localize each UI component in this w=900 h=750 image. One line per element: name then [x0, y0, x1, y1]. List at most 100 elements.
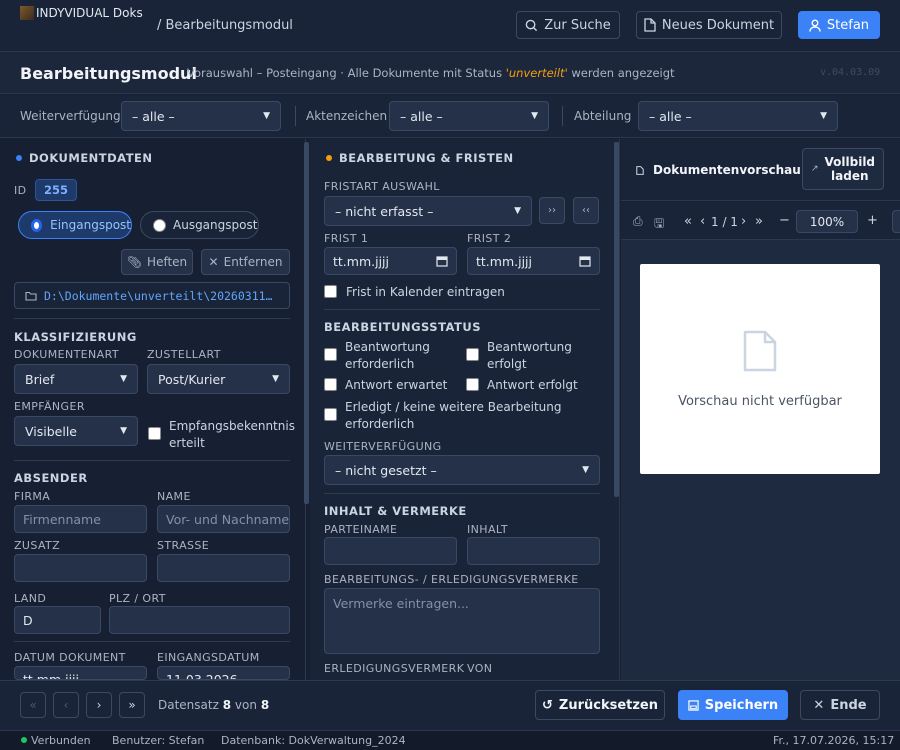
- prev-frist-button[interactable]: ‹‹: [573, 197, 599, 224]
- calendar-icon[interactable]: [436, 255, 448, 267]
- search-button-label: Zur Suche: [544, 17, 611, 33]
- status-database: Datenbank: DokVerwaltung_2024: [221, 734, 406, 747]
- left-panel-scrollbar[interactable]: [304, 142, 309, 504]
- radio-ausgangspost[interactable]: Ausgangspost: [140, 211, 259, 239]
- name-input[interactable]: Vor- und Nachname: [157, 505, 290, 533]
- last-record-button[interactable]: »: [119, 692, 145, 718]
- erledigungsvermerk-label: ERLEDIGUNGSVERMERK: [324, 662, 465, 675]
- breadcrumb: / Bearbeitungsmodul: [157, 18, 293, 33]
- frist1-label: FRIST 1: [324, 232, 369, 245]
- plz-ort-input[interactable]: [109, 606, 290, 634]
- preview-heading: Dokumentenvorschau: [636, 163, 801, 177]
- empfaenger-select[interactable]: Visibelle ▼: [14, 416, 138, 446]
- prev-record-button[interactable]: ‹: [53, 692, 79, 718]
- next-page-icon[interactable]: ›: [741, 214, 746, 229]
- divider: [14, 641, 290, 642]
- zusatz-input[interactable]: [14, 554, 147, 582]
- von-label: VON: [467, 662, 493, 675]
- blue-dot-icon: [16, 155, 22, 161]
- document-data-heading-text: DOKUMENTDATEN: [29, 151, 153, 165]
- strasse-input[interactable]: [157, 554, 290, 582]
- absender-heading: ABSENDER: [14, 471, 88, 485]
- version-label: v.04.03.09: [820, 67, 881, 78]
- new-document-label: Neues Dokument: [661, 17, 775, 33]
- erledigt-checkbox[interactable]: [324, 408, 337, 421]
- frist2-input[interactable]: tt.mm.jjjj: [467, 247, 600, 275]
- search-icon: [525, 19, 538, 31]
- vermerke-label: BEARBEITUNGS- / ERLEDIGUNGSVERMERKE: [324, 573, 579, 586]
- land-input[interactable]: D: [14, 606, 101, 634]
- vermerke-textarea[interactable]: Vermerke eintragen...: [324, 588, 600, 654]
- filter-weiterverfuegung-select[interactable]: – alle – ▼: [121, 101, 281, 131]
- dokumentenart-select[interactable]: Brief ▼: [14, 364, 138, 394]
- processing-heading: BEARBEITUNG & FRISTEN: [326, 151, 514, 165]
- next-record-button[interactable]: ›: [86, 692, 112, 718]
- fit-select[interactable]: [892, 210, 900, 233]
- plz-ort-label: PLZ / ORT: [109, 592, 166, 605]
- weiterverfuegung-value: – nicht gesetzt –: [335, 462, 437, 478]
- record-counter-label: Datensatz: [158, 698, 219, 712]
- parteiname-input[interactable]: [324, 537, 457, 565]
- filter-abteilung-value: – alle –: [649, 108, 692, 124]
- beantwortung-erfolgt-label: Beantwortung erfolgt: [487, 340, 572, 371]
- document-data-heading: DOKUMENTDATEN: [16, 151, 153, 165]
- calendar-icon[interactable]: [579, 255, 591, 267]
- reset-button[interactable]: ↺ Zurücksetzen: [535, 690, 665, 720]
- save-button[interactable]: Speichern: [678, 690, 788, 720]
- weiterverfuegung-select[interactable]: – nicht gesetzt – ▼: [324, 455, 600, 485]
- close-icon: ✕: [208, 255, 219, 269]
- new-document-button[interactable]: Neues Dokument: [636, 11, 782, 39]
- file-path-field[interactable]: D:\Dokumente\unverteilt\20260311…: [14, 282, 290, 309]
- next-frist-button[interactable]: ››: [539, 197, 565, 224]
- filter-abteilung-label: Abteilung: [574, 109, 632, 123]
- prev-page-icon[interactable]: ‹: [700, 214, 705, 229]
- name-label: NAME: [157, 490, 191, 503]
- chevron-down-icon: ▼: [582, 465, 589, 475]
- eingangsdatum-input[interactable]: 11.03.2026: [157, 666, 290, 680]
- document-icon: [644, 18, 656, 32]
- heften-button-label: Heften: [147, 255, 188, 269]
- middle-panel-scrollbar[interactable]: [614, 142, 619, 497]
- first-page-icon[interactable]: «: [684, 214, 692, 229]
- fullscreen-load-label: Vollbild laden: [825, 155, 876, 183]
- zoom-out-button[interactable]: −: [779, 213, 790, 228]
- search-button[interactable]: Zur Suche: [516, 11, 620, 39]
- fristart-select[interactable]: – nicht erfasst – ▼: [324, 196, 532, 226]
- zoom-in-button[interactable]: +: [867, 213, 878, 228]
- datum-dokument-input[interactable]: tt.mm.jjjj: [14, 666, 147, 680]
- chevron-right-icon: ›: [96, 698, 102, 712]
- frist1-value: tt.mm.jjjj: [333, 253, 389, 269]
- first-record-button[interactable]: «: [20, 692, 46, 718]
- divider: [562, 106, 563, 126]
- entfernen-button[interactable]: ✕ Entfernen: [201, 249, 290, 275]
- save-icon[interactable]: 🖫︎: [654, 214, 664, 235]
- radio-checked-icon: [31, 218, 43, 232]
- beantwortung-erfolgt-checkbox[interactable]: [466, 348, 479, 361]
- filter-abteilung-select[interactable]: – alle – ▼: [638, 101, 838, 131]
- page-title: Bearbeitungsmodul: [20, 64, 197, 83]
- double-chevron-right-icon: »: [128, 698, 136, 712]
- antwort-erwartet-checkbox[interactable]: [324, 378, 337, 391]
- zoom-input[interactable]: 100%: [796, 210, 858, 233]
- radio-eingangspost[interactable]: Eingangspost: [18, 211, 132, 239]
- last-page-icon[interactable]: »: [755, 214, 763, 229]
- beantwortung-erforderlich-checkbox[interactable]: [324, 348, 337, 361]
- filter-aktenzeichen-select[interactable]: – alle – ▼: [389, 101, 549, 131]
- status-heading: BEARBEITUNGSSTATUS: [324, 320, 481, 334]
- print-icon[interactable]: ⎙: [633, 214, 643, 229]
- kalender-checkbox[interactable]: [324, 285, 337, 298]
- empfangsbekenntnis-checkbox[interactable]: [148, 427, 161, 440]
- inhalt-input[interactable]: [467, 537, 600, 565]
- firma-input[interactable]: Firmenname: [14, 505, 147, 533]
- parteiname-label: PARTEINAME: [324, 523, 398, 536]
- frist1-input[interactable]: tt.mm.jjjj: [324, 247, 457, 275]
- zustellart-select[interactable]: Post/Kurier ▼: [147, 364, 290, 394]
- chevron-down-icon: ▼: [514, 206, 521, 216]
- radio-unchecked-icon: [153, 218, 166, 232]
- end-button[interactable]: ✕ Ende: [800, 690, 880, 720]
- save-button-label: Speichern: [704, 697, 779, 713]
- heften-button[interactable]: 📎︎ Heften: [121, 249, 193, 275]
- fullscreen-load-button[interactable]: ↗ Vollbild laden: [802, 148, 884, 190]
- user-button[interactable]: Stefan: [798, 11, 880, 39]
- antwort-erfolgt-checkbox[interactable]: [466, 378, 479, 391]
